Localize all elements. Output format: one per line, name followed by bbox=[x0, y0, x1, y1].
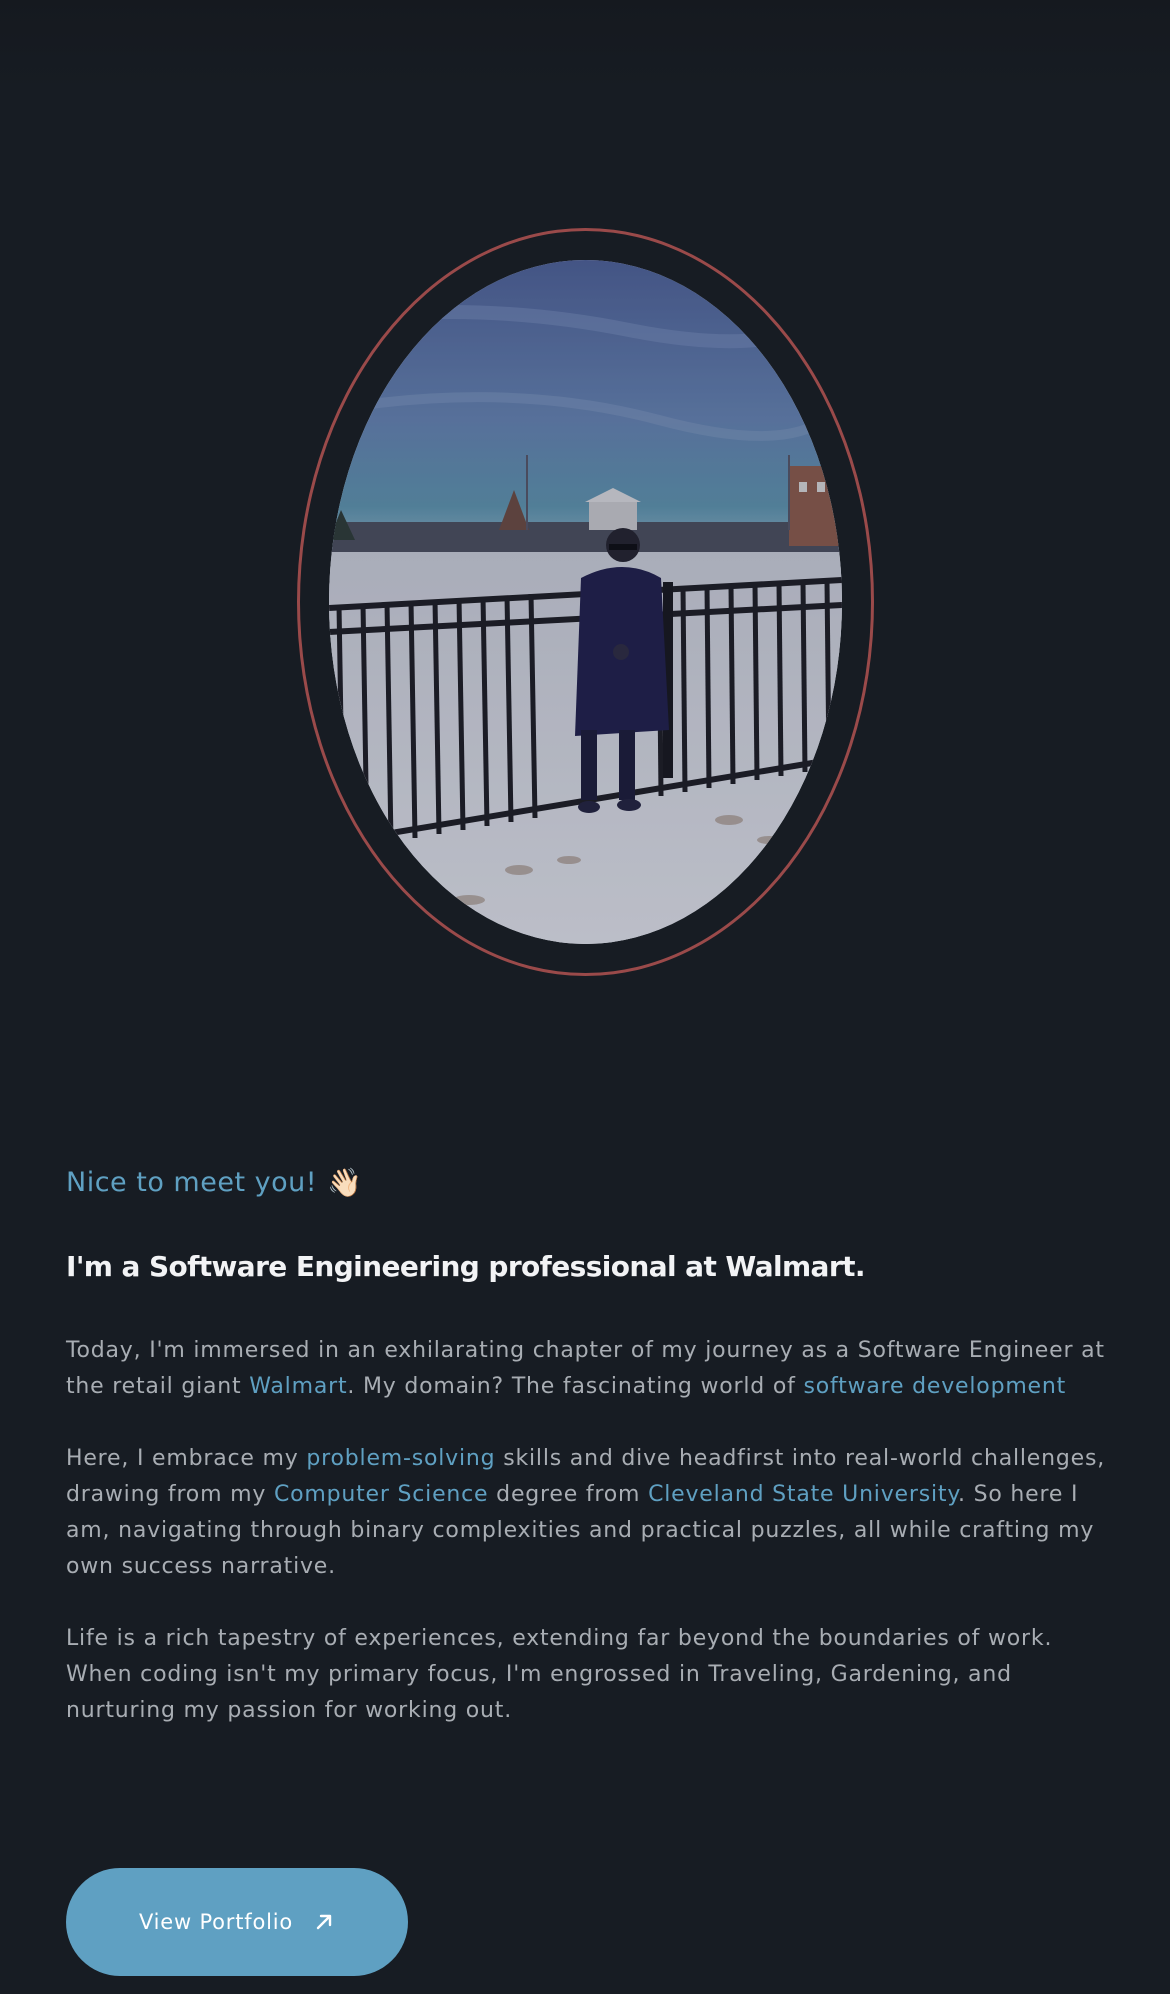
software-development-highlight: software development bbox=[803, 1374, 1067, 1399]
view-portfolio-label: View Portfolio bbox=[138, 1910, 294, 1934]
about-section: Nice to meet you! 👋🏻 I'm a Software Engi… bbox=[66, 1160, 1106, 1729]
computer-science-highlight: Computer Science bbox=[273, 1482, 489, 1507]
education-paragraph: Here, I embrace my problem-solving skill… bbox=[66, 1441, 1106, 1585]
problem-solving-highlight: problem-solving bbox=[306, 1446, 496, 1471]
intro-text-2: . My domain? The fascinating world of bbox=[347, 1374, 804, 1399]
arrow-up-right-icon bbox=[316, 1914, 332, 1930]
intro-paragraph: Today, I'm immersed in an exhilarating c… bbox=[66, 1333, 1106, 1405]
cleveland-state-highlight: Cleveland State University bbox=[648, 1482, 959, 1507]
education-text-1: Here, I embrace my bbox=[66, 1446, 307, 1471]
profile-photo bbox=[329, 260, 842, 944]
headline: I'm a Software Engineering professional … bbox=[66, 1250, 865, 1283]
top-band bbox=[0, 0, 1170, 90]
education-text-3: degree from bbox=[488, 1482, 649, 1507]
profile-photo-illustration bbox=[329, 260, 842, 944]
view-portfolio-button[interactable]: View Portfolio bbox=[66, 1868, 408, 1976]
hobbies-paragraph: Life is a rich tapestry of experiences, … bbox=[66, 1626, 1053, 1723]
walmart-highlight: Walmart bbox=[249, 1374, 348, 1399]
waving-hand-icon: 👋🏻 bbox=[327, 1165, 363, 1199]
greeting: Nice to meet you! 👋🏻 bbox=[66, 1160, 1106, 1204]
greeting-text: Nice to meet you! bbox=[66, 1166, 318, 1198]
